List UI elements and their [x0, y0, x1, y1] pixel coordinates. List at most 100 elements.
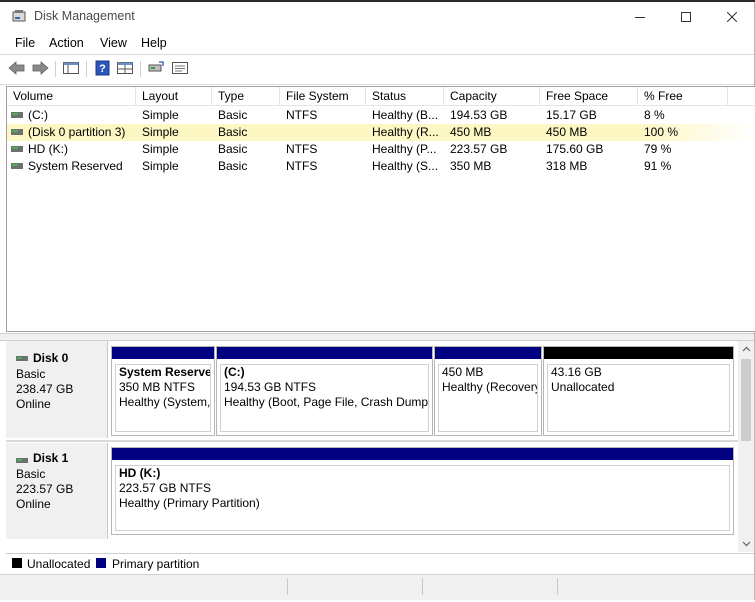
view-button[interactable] [116, 60, 136, 78]
legend-bar: Unallocated Primary partition [6, 553, 754, 574]
column-header-volume[interactable]: Volume [7, 87, 136, 105]
drive-connect-icon [148, 61, 164, 72]
volume-capacity: 350 MB [450, 159, 492, 173]
volume-percent-free: 100 % [644, 125, 679, 139]
column-header-percent-free[interactable]: % Free [638, 87, 728, 105]
volume-file-system: NTFS [286, 142, 318, 156]
menu-help[interactable]: Help [141, 36, 167, 50]
disk-icon [16, 356, 28, 361]
view-pane-icon [117, 62, 133, 74]
column-header-capacity[interactable]: Capacity [444, 87, 540, 105]
partition-color-band [217, 347, 432, 359]
status-panel [557, 578, 698, 595]
show-hide-console-tree-button[interactable] [62, 60, 82, 78]
disk-type: Basic [16, 467, 46, 481]
volume-file-system: NTFS [286, 159, 318, 173]
column-header-status[interactable]: Status [366, 87, 444, 105]
legend-swatch-primary [96, 558, 106, 568]
partition-status: Healthy (Boot, Page File, Crash Dump, [224, 395, 429, 409]
legend-swatch-unallocated [12, 558, 22, 568]
partition-size: 350 MB NTFS [119, 380, 196, 394]
volume-name: System Reserved [28, 159, 123, 173]
disk-row-1: Disk 1 Basic 223.57 GB Online HD (K:) 22… [6, 443, 738, 539]
disk-name: Disk 0 [33, 351, 69, 365]
volume-name: (Disk 0 partition 3) [28, 125, 126, 139]
disk-management-icon [12, 10, 26, 22]
partition-unallocated[interactable]: 43.16 GB Unallocated [543, 346, 734, 436]
volume-type: Basic [218, 125, 248, 139]
toolbar: ? [0, 54, 754, 85]
partition-size: 450 MB [442, 365, 484, 379]
console-tree-icon [63, 62, 79, 74]
properties-button[interactable] [171, 60, 191, 78]
forward-button[interactable] [31, 60, 51, 78]
partition-color-band [435, 347, 541, 359]
window-title: Disk Management [34, 9, 135, 23]
partition-size: 194.53 GB NTFS [224, 380, 317, 394]
volume-percent-free: 8 % [644, 108, 665, 122]
volume-percent-free: 91 % [644, 159, 672, 173]
volume-row[interactable]: (C:) Simple Basic NTFS Healthy (B... 194… [7, 107, 755, 124]
partition-hd-k[interactable]: HD (K:) 223.57 GB NTFS Healthy (Primary … [111, 447, 734, 535]
menu-view[interactable]: View [100, 36, 127, 50]
close-button[interactable] [709, 2, 755, 32]
volume-free-space: 450 MB [546, 125, 588, 139]
menu-action[interactable]: Action [49, 36, 84, 50]
volume-drive-icon [11, 146, 23, 152]
partition-size: 223.57 GB NTFS [119, 481, 212, 495]
arrow-right-icon [32, 61, 49, 75]
disk-label-0[interactable]: Disk 0 Basic 238.47 GB Online [6, 341, 108, 438]
volume-status: Healthy (S... [372, 159, 439, 173]
scroll-thumb[interactable] [741, 359, 751, 441]
volume-free-space: 15.17 GB [546, 108, 597, 122]
help-button[interactable]: ? [94, 60, 114, 78]
disk-icon [16, 458, 28, 463]
volume-capacity: 194.53 GB [450, 108, 508, 122]
status-panel [422, 578, 558, 595]
partition-system-reserved[interactable]: System Reserve 350 MB NTFS Healthy (Syst… [111, 346, 215, 436]
volume-status: Healthy (B... [372, 108, 439, 122]
minimize-button[interactable] [617, 2, 663, 32]
disk-size: 238.47 GB [16, 382, 74, 396]
disk-view-scrollbar[interactable] [738, 341, 754, 552]
back-button[interactable] [8, 60, 28, 78]
volume-layout: Simple [142, 108, 179, 122]
column-header-file-system[interactable]: File System [280, 87, 366, 105]
scroll-down-button[interactable] [738, 536, 754, 552]
volume-layout: Simple [142, 159, 179, 173]
volume-free-space: 175.60 GB [546, 142, 604, 156]
partition-title: System Reserve [119, 365, 211, 379]
partition-size: 43.16 GB [551, 365, 602, 379]
volume-list[interactable]: Volume Layout Type File System Status Ca… [6, 86, 755, 332]
disk-size: 223.57 GB [16, 482, 74, 496]
volume-row[interactable]: HD (K:) Simple Basic NTFS Healthy (P... … [7, 141, 755, 158]
title-bar[interactable]: Disk Management [0, 2, 754, 32]
menu-bar: File Action View Help [0, 33, 754, 53]
column-header-layout[interactable]: Layout [136, 87, 212, 105]
partition-status: Unallocated [551, 380, 615, 394]
partition-c-drive[interactable]: (C:) 194.53 GB NTFS Healthy (Boot, Page … [216, 346, 433, 436]
maximize-button[interactable] [663, 2, 709, 32]
pane-splitter[interactable] [0, 333, 754, 341]
status-panel [287, 578, 423, 595]
volume-name: (C:) [28, 108, 48, 122]
toolbar-separator [55, 61, 56, 77]
volume-drive-icon [11, 129, 23, 135]
connect-drive-button[interactable] [147, 60, 167, 78]
column-header-free-space[interactable]: Free Space [540, 87, 638, 105]
disk-type: Basic [16, 367, 46, 381]
disk-label-1[interactable]: Disk 1 Basic 223.57 GB Online [6, 443, 108, 539]
menu-file[interactable]: File [15, 36, 35, 50]
volume-row-selected[interactable]: (Disk 0 partition 3) Simple Basic Health… [7, 124, 755, 141]
minimize-icon [635, 17, 645, 18]
disk-management-window: Disk Management File Action View Help ? [0, 2, 755, 600]
partition-recovery[interactable]: 450 MB Healthy (Recovery [434, 346, 542, 436]
volume-type: Basic [218, 142, 248, 156]
volume-row[interactable]: System Reserved Simple Basic NTFS Health… [7, 158, 755, 175]
partition-body: 43.16 GB Unallocated [547, 364, 730, 432]
volume-capacity: 223.57 GB [450, 142, 508, 156]
scroll-up-button[interactable] [738, 341, 754, 357]
svg-text:?: ? [99, 63, 106, 75]
column-header-type[interactable]: Type [212, 87, 280, 105]
toolbar-separator [140, 61, 141, 77]
